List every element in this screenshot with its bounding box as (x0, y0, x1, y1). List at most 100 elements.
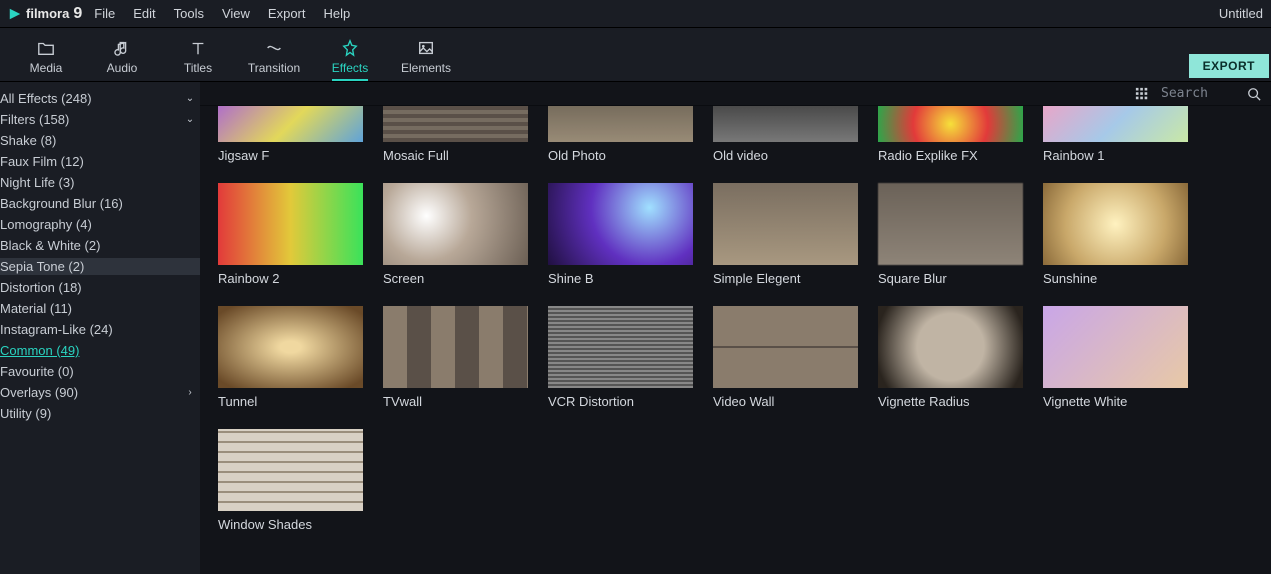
tree-item[interactable]: All Effects (248)⌄ (0, 90, 200, 107)
effect-label: Window Shades (218, 517, 363, 532)
project-title: Untitled (1219, 6, 1263, 21)
tree-item[interactable]: Overlays (90)› (0, 384, 200, 401)
effect-card[interactable]: Mosaic Full (383, 106, 528, 163)
tool-label: Titles (184, 61, 212, 75)
tree-item[interactable]: Favourite (0) (0, 363, 200, 380)
tree-item[interactable]: Instagram-Like (24) (0, 321, 200, 338)
tree-item-label: Black & White (2) (0, 238, 200, 253)
effect-label: Vignette White (1043, 394, 1188, 409)
main-area: All Effects (248)⌄ Filters (158)⌄ Shake (8… (0, 82, 1271, 574)
effect-label: Mosaic Full (383, 148, 528, 163)
tree-item[interactable]: Material (11) (0, 300, 200, 317)
effect-thumbnail (548, 183, 693, 265)
effect-label: Rainbow 2 (218, 271, 363, 286)
grid-view-icon[interactable] (1135, 87, 1149, 101)
tool-titles[interactable]: Titles (160, 39, 236, 81)
effect-label: Shine B (548, 271, 693, 286)
menu-help[interactable]: Help (324, 6, 351, 21)
tree-item-label: Overlays (90) (0, 385, 180, 400)
tool-label: Media (30, 61, 63, 75)
effect-thumbnail (383, 183, 528, 265)
effect-thumbnail (218, 429, 363, 511)
transition-icon (265, 39, 283, 57)
tree-item[interactable]: Common (49) (0, 342, 200, 359)
effect-card[interactable]: Rainbow 2 (218, 183, 363, 286)
effect-label: Tunnel (218, 394, 363, 409)
tree-item[interactable]: Background Blur (16) (0, 195, 200, 212)
tree-item[interactable]: Distortion (18) (0, 279, 200, 296)
search-input[interactable] (1161, 86, 1241, 101)
effect-thumbnail (218, 106, 363, 142)
effect-card[interactable]: Window Shades (218, 429, 363, 532)
tool-label: Transition (248, 61, 300, 75)
content-header (200, 82, 1271, 106)
search-wrap (1161, 86, 1261, 101)
tree-item-label: Sepia Tone (2) (0, 259, 200, 274)
sidebar: All Effects (248)⌄ Filters (158)⌄ Shake (8… (0, 82, 200, 574)
menu-tools[interactable]: Tools (174, 6, 204, 21)
tree-item-label: Shake (8) (0, 133, 200, 148)
export-button[interactable]: EXPORT (1189, 54, 1269, 78)
tree-item-label: Faux Film (12) (0, 154, 200, 169)
effect-thumbnail (1043, 183, 1188, 265)
effect-thumbnail (878, 306, 1023, 388)
effect-card[interactable]: TVwall (383, 306, 528, 409)
tree-item[interactable]: Sepia Tone (2) (0, 258, 200, 275)
effect-card[interactable]: Radio Explike FX (878, 106, 1023, 163)
tree-item[interactable]: Filters (158)⌄ (0, 111, 200, 128)
effect-card[interactable]: Vignette White (1043, 306, 1188, 409)
effect-label: Vignette Radius (878, 394, 1023, 409)
effect-card[interactable]: VCR Distortion (548, 306, 693, 409)
tree-item[interactable]: Night Life (3) (0, 174, 200, 191)
tool-audio[interactable]: Audio (84, 39, 160, 81)
tree-item-label: Lomography (4) (0, 217, 200, 232)
tool-elements[interactable]: Elements (388, 39, 464, 81)
menubar: filmora9 FileEditToolsViewExportHelp Unt… (0, 0, 1271, 28)
menu-file[interactable]: File (94, 6, 115, 21)
tree-item[interactable]: Black & White (2) (0, 237, 200, 254)
effect-thumbnail (713, 106, 858, 142)
effect-card[interactable]: Sunshine (1043, 183, 1188, 286)
effect-card[interactable]: Simple Elegent (713, 183, 858, 286)
tree-item[interactable]: Lomography (4) (0, 216, 200, 233)
search-icon[interactable] (1247, 87, 1261, 101)
chevron-down-icon[interactable]: ⌄ (180, 93, 200, 104)
tool-media[interactable]: Media (8, 39, 84, 81)
effect-card[interactable]: Old Photo (548, 106, 693, 163)
effect-label: Old video (713, 148, 858, 163)
effect-thumbnail (548, 106, 693, 142)
effect-thumbnail (548, 306, 693, 388)
effect-card[interactable]: Shine B (548, 183, 693, 286)
effect-card[interactable]: Jigsaw F (218, 106, 363, 163)
effect-card[interactable]: Video Wall (713, 306, 858, 409)
tree-item-label: Instagram-Like (24) (0, 322, 200, 337)
menu-export[interactable]: Export (268, 6, 306, 21)
effect-thumbnail (1043, 106, 1188, 142)
tree-item[interactable]: Shake (8) (0, 132, 200, 149)
chevron-down-icon[interactable]: ⌄ (180, 114, 200, 125)
effect-thumbnail (383, 306, 528, 388)
effect-thumbnail (218, 306, 363, 388)
effect-card[interactable]: Rainbow 1 (1043, 106, 1188, 163)
tree-item-label: Background Blur (16) (0, 196, 200, 211)
menu-view[interactable]: View (222, 6, 250, 21)
effects-tree: All Effects (248)⌄ Filters (158)⌄ Shake (8… (0, 88, 200, 424)
logo-text: filmora (26, 6, 69, 21)
effect-card[interactable]: Screen (383, 183, 528, 286)
chevron-right-icon[interactable]: › (180, 387, 200, 398)
tool-effects[interactable]: Effects (312, 39, 388, 81)
menu-items: File Edit Tools View Export Help (94, 6, 350, 21)
effect-thumbnail (713, 183, 858, 265)
tree-item[interactable]: Faux Film (12) (0, 153, 200, 170)
effect-card[interactable]: Vignette Radius (878, 306, 1023, 409)
effect-thumbnail (218, 183, 363, 265)
tool-transition[interactable]: Transition (236, 39, 312, 81)
effects-grid: Jigsaw F Mosaic Full Old Photo Old video Rad… (200, 106, 1271, 574)
effect-card[interactable]: Tunnel (218, 306, 363, 409)
menu-edit[interactable]: Edit (133, 6, 155, 21)
effect-label: Jigsaw F (218, 148, 363, 163)
tree-item[interactable]: Utility (9) (0, 405, 200, 422)
effect-card[interactable]: Old video (713, 106, 858, 163)
effect-card[interactable]: Square Blur (878, 183, 1023, 286)
effect-thumbnail (878, 183, 1023, 265)
